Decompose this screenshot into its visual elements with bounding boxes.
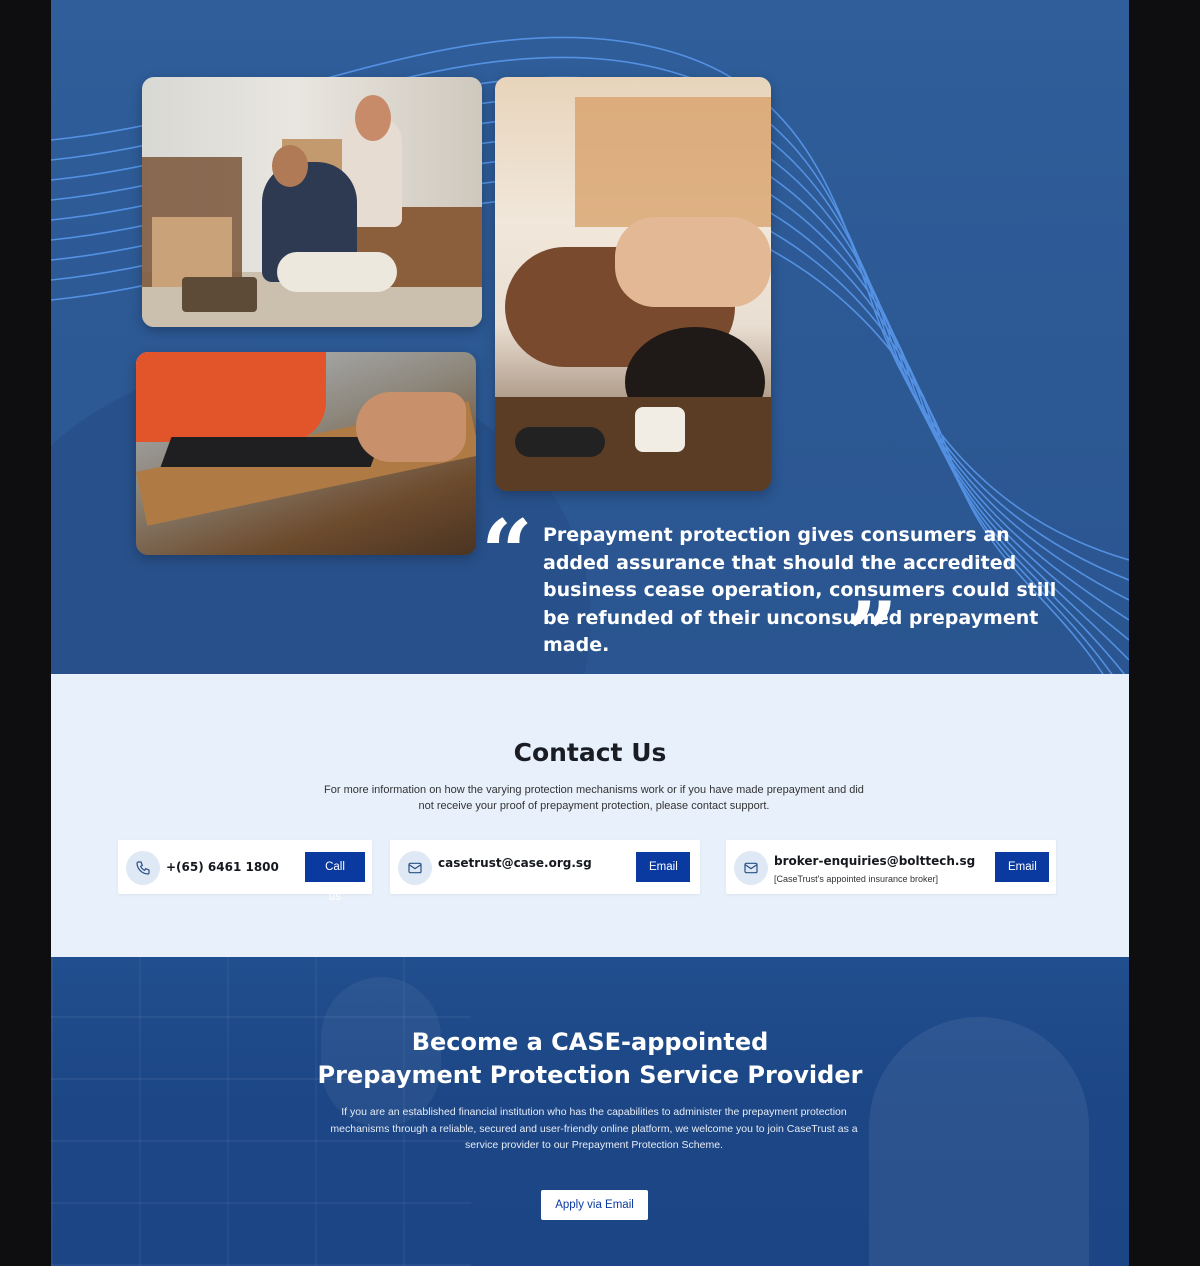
call-us-button[interactable]: Call us <box>305 852 365 903</box>
contact-title: Contact Us <box>513 738 667 767</box>
broker-email: broker-enquiries@bolttech.sg <box>774 854 976 868</box>
hero-quote-text: Prepayment protection gives consumers an… <box>543 524 1057 656</box>
contact-card-broker: broker-enquiries@bolttech.sg [CaseTrust'… <box>726 840 1056 894</box>
mail-icon <box>734 851 768 885</box>
broker-note: [CaseTrust's appointed insurance broker] <box>774 874 938 884</box>
provider-title-line2: Prepayment Protection Service Provider <box>317 1061 863 1089</box>
close-quote-icon: ” <box>846 582 898 674</box>
open-quote-icon: “ <box>481 500 533 606</box>
provider-title-line1: Become a CASE-appointed <box>411 1028 769 1056</box>
mail-icon <box>398 851 432 885</box>
casetrust-email: casetrust@case.org.sg <box>438 856 592 870</box>
contact-description: For more information on how the varying … <box>324 784 864 812</box>
phone-icon <box>126 851 160 885</box>
provider-section: Become a CASE-appointed Prepayment Prote… <box>51 957 1129 1266</box>
family-moving-photo <box>142 77 482 327</box>
email-broker-button[interactable]: Email <box>995 852 1049 882</box>
email-casetrust-button[interactable]: Email <box>636 852 690 882</box>
phone-number: +(65) 6461 1800 <box>166 860 279 874</box>
carpentry-jigsaw-photo <box>136 352 476 555</box>
provider-description: If you are an established financial inst… <box>330 1106 858 1151</box>
contact-card-email: casetrust@case.org.sg Email <box>390 840 700 894</box>
spa-massage-photo <box>495 77 771 491</box>
apply-via-email-button[interactable]: Apply via Email <box>541 1190 648 1220</box>
contact-section: Contact Us For more information on how t… <box>51 674 1129 957</box>
provider-title: Become a CASE-appointed Prepayment Prote… <box>51 1026 1129 1092</box>
hero-section: “ Prepayment protection gives consumers … <box>51 0 1129 674</box>
page: “ Prepayment protection gives consumers … <box>51 0 1129 1266</box>
contact-card-phone: +(65) 6461 1800 Call us <box>118 840 372 903</box>
